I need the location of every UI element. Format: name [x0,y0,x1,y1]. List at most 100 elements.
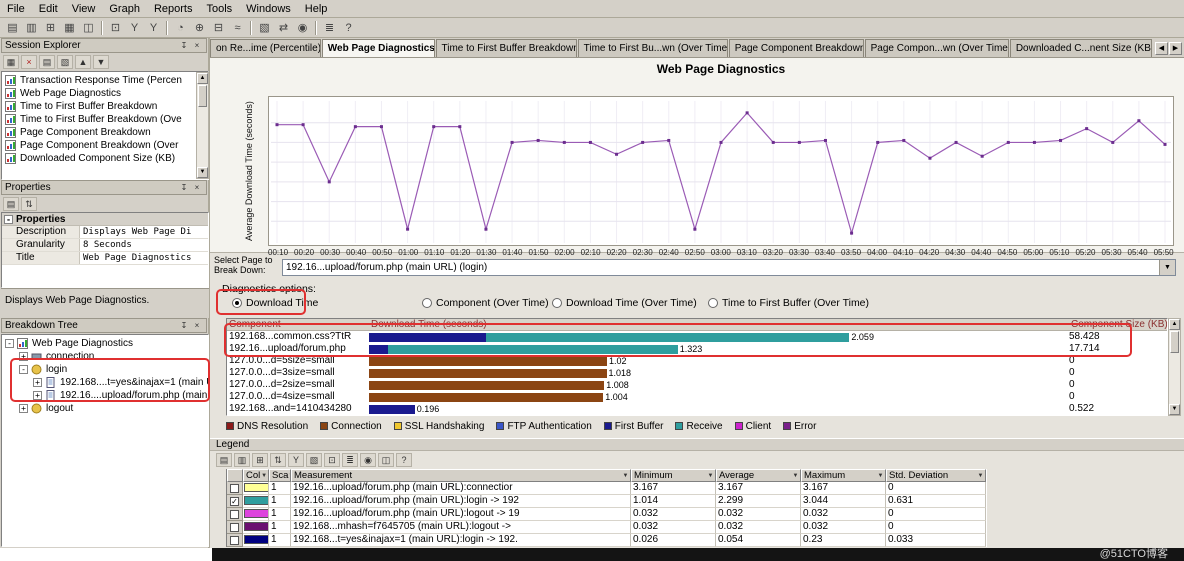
web-page-breakdown-icon[interactable]: ◉ [293,19,312,36]
merge-graphs-icon[interactable]: ⊟ [209,19,228,36]
expand-icon[interactable]: + [19,404,28,413]
properties-group-header[interactable]: - Properties [2,213,208,226]
session-item-downloaded-component-size-kb[interactable]: Downloaded Component Size (KB) [2,152,208,165]
tree-node-192-168-t-yes-inajax-1-main-url[interactable]: +192.168....t=yes&inajax=1 (main URL) [2,376,208,389]
legend-column-col[interactable]: Col▼ [243,469,269,482]
move-down-icon[interactable]: ▼ [93,55,109,69]
scroll-thumb[interactable] [198,85,207,107]
column-component-size[interactable]: Component Size (KB) [1071,319,1168,331]
menu-windows[interactable]: Windows [239,1,298,17]
property-row[interactable]: Granularity8 Seconds [2,239,208,252]
chevron-down-icon[interactable]: ▼ [791,473,800,479]
checkbox-icon[interactable] [230,536,239,545]
session-tree-scrollbar[interactable]: ▲ ▼ [196,72,209,179]
pin-icon[interactable]: ↧ [178,182,190,193]
scroll-up-icon[interactable]: ▲ [197,73,208,84]
chevron-down-icon[interactable]: ▼ [260,473,268,479]
legend-row-selector[interactable] [227,534,243,547]
component-row[interactable]: 127.0.0...d=4size=small1.0040 [227,391,1167,403]
component-row[interactable]: 127.0.0...d=5size=small1.020 [227,355,1167,367]
tree-node-192-16-upload-forum-php-main-url[interactable]: +192.16....upload/forum.php (main URL) [2,389,208,402]
tree-node-web-page-diagnostics[interactable]: -Web Page Diagnostics [2,337,208,350]
component-row[interactable]: 127.0.0...d=2size=small1.0080 [227,379,1167,391]
tab-page-compon-wn-over-time[interactable]: Page Compon...wn (Over Time) [865,39,1009,57]
tab-page-component-breakdown[interactable]: Page Component Breakdown [729,39,864,57]
session-item-transaction-response-time-percen[interactable]: Transaction Response Time (Percen [2,74,208,87]
copy-icon[interactable]: ⊡ [324,453,340,467]
report-icon[interactable]: ▤ [39,55,55,69]
checkbox-icon[interactable] [230,523,239,532]
pin-icon[interactable]: ↧ [178,40,190,51]
scroll-down-icon[interactable]: ▼ [197,167,208,178]
set-filter-icon[interactable]: Y [125,19,144,36]
column-component[interactable]: Component [229,319,281,331]
legend-row-selector[interactable]: ✓ [227,495,243,508]
radio-download-time[interactable]: Download Time [232,297,318,309]
checkbox-checked-icon[interactable]: ✓ [230,497,239,506]
auto-correlate-icon[interactable]: ≈ [228,19,247,36]
tab-scroll-left-icon[interactable]: ◀ [1155,42,1168,55]
view-mode-icon[interactable]: ▦ [3,55,19,69]
close-icon[interactable]: × [191,182,203,193]
chevron-down-icon[interactable]: ▼ [621,473,630,479]
legend-row[interactable]: 1192.168...t=yes&inajax=1 (main URL):log… [227,534,987,547]
collapse-icon[interactable]: - [5,339,14,348]
tree-node-login[interactable]: -login [2,363,208,376]
drill-down-icon[interactable]: ⊕ [190,19,209,36]
component-row[interactable]: 192.16...upload/forum.php1.32317.714 [227,343,1167,355]
save-session-icon[interactable]: ▥ [22,19,41,36]
legend-column-sca[interactable]: Sca▼ [269,469,291,482]
export-icon[interactable]: ▧ [306,453,322,467]
hide-all-icon[interactable]: ▥ [234,453,250,467]
sort-icon[interactable]: ⇅ [270,453,286,467]
session-item-page-component-breakdown-over[interactable]: Page Component Breakdown (Over [2,139,208,152]
checkbox-icon[interactable] [230,510,239,519]
columns-icon[interactable]: ◫ [378,453,394,467]
legend-row[interactable]: 1192.16...upload/forum.php (main URL):co… [227,482,987,495]
new-graph-icon[interactable]: ▧ [255,19,274,36]
cross-with-result-icon[interactable]: ⇄ [274,19,293,36]
tab-downloaded-c-nent-size-kb[interactable]: Downloaded C...nent Size (KB) [1010,39,1152,57]
radio-dot-icon[interactable] [232,298,242,308]
print-icon[interactable]: ▦ [60,19,79,36]
legend-column-measurement[interactable]: Measurement▼ [291,469,631,482]
menu-file[interactable]: File [0,1,32,17]
pin-icon[interactable]: ↧ [178,320,190,331]
legend-row[interactable]: ✓1192.16...upload/forum.php (main URL):l… [227,495,987,508]
expand-icon[interactable]: + [19,352,28,361]
radio-download-time-over-time[interactable]: Download Time (Over Time) [552,297,697,309]
chevron-down-icon[interactable]: ▼ [976,473,985,479]
property-row[interactable]: DescriptionDisplays Web Page Di [2,226,208,239]
delete-icon[interactable]: × [21,55,37,69]
expand-icon[interactable]: + [33,391,42,400]
session-item-web-page-diagnostics[interactable]: Web Page Diagnostics [2,87,208,100]
filter-legend-icon[interactable]: Y [288,453,304,467]
graph-properties-icon[interactable]: ◉ [360,453,376,467]
clear-filter-icon[interactable]: Y [144,19,163,36]
legend-row-selector[interactable] [227,521,243,534]
legend-column-std-deviation[interactable]: Std. Deviation▼ [886,469,986,482]
menu-reports[interactable]: Reports [147,1,200,17]
close-icon[interactable]: × [191,40,203,51]
tab-time-to-first-bu-wn-over-time[interactable]: Time to First Bu...wn (Over Time) [578,39,728,57]
column-download-time[interactable]: Download Time (seconds) [371,319,487,331]
legend-column-minimum[interactable]: Minimum▼ [631,469,716,482]
categorized-icon[interactable]: ▤ [3,197,19,211]
show-all-icon[interactable]: ▤ [216,453,232,467]
help-icon[interactable]: ? [339,19,358,36]
tab-web-page-diagnostics[interactable]: Web Page Diagnostics [322,39,435,57]
session-item-page-component-breakdown[interactable]: Page Component Breakdown [2,126,208,139]
component-row[interactable]: 192.168...and=14104342800.1960.522 [227,403,1167,415]
tree-node-connection[interactable]: +connection [2,350,208,363]
close-icon[interactable]: × [191,320,203,331]
collapse-icon[interactable]: - [4,215,13,224]
radio-dot-icon[interactable] [422,298,432,308]
alphabetic-icon[interactable]: ⇅ [21,197,37,211]
menu-help[interactable]: Help [298,1,335,17]
configure-measurements-icon[interactable]: ⊞ [252,453,268,467]
chevron-down-icon[interactable]: ▼ [1159,260,1175,275]
print-preview-icon[interactable]: ◫ [79,19,98,36]
tree-node-logout[interactable]: +logout [2,402,208,415]
add-new-item-icon[interactable]: ⊞ [41,19,60,36]
component-table-scrollbar[interactable]: ▲ ▼ [1168,318,1181,416]
